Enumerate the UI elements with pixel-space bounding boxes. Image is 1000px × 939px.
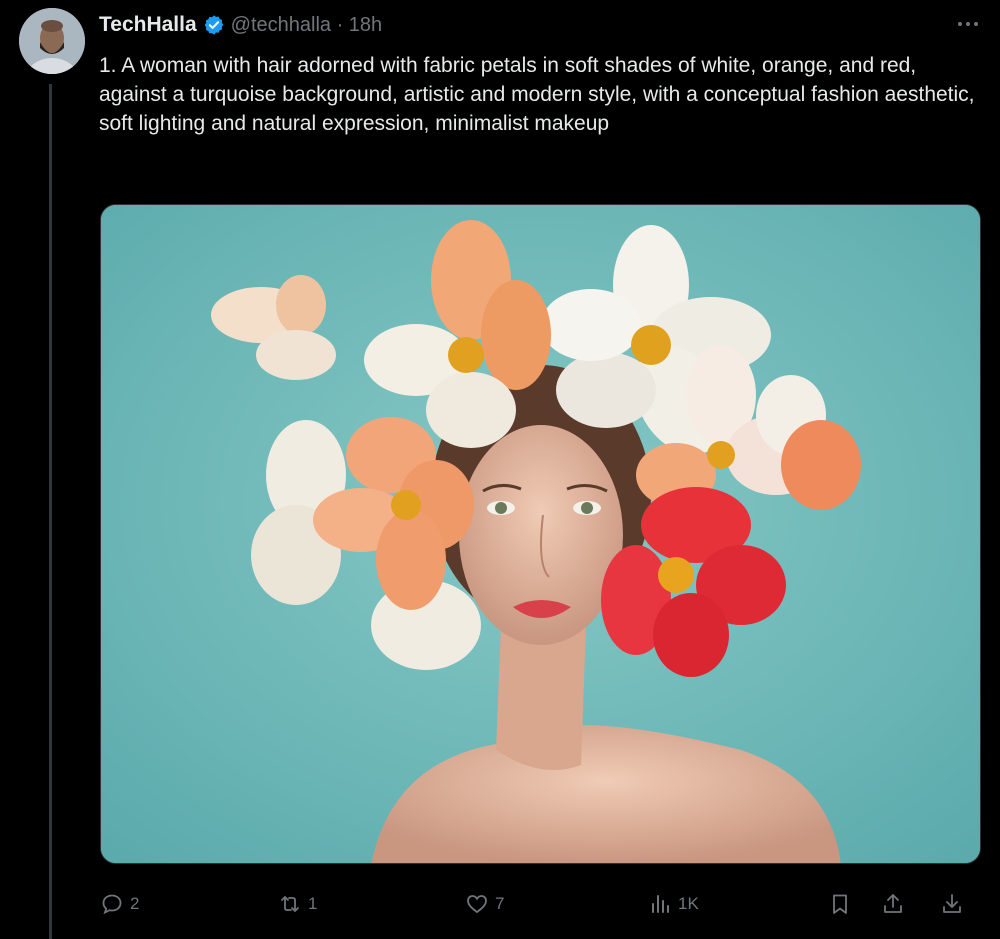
avatar-image bbox=[19, 8, 85, 74]
avatar[interactable] bbox=[19, 8, 85, 74]
repost-icon bbox=[281, 896, 299, 912]
like-button[interactable]: 7 bbox=[465, 888, 504, 920]
tweet-text: 1. A woman with hair adorned with fabric… bbox=[99, 54, 975, 135]
verified-badge-icon bbox=[203, 14, 225, 36]
reply-button[interactable]: 2 bbox=[100, 888, 139, 920]
action-bar: 2 1 7 1K bbox=[100, 888, 981, 920]
share-button[interactable] bbox=[881, 888, 905, 920]
reply-count: 2 bbox=[130, 894, 140, 913]
repost-button[interactable]: 1 bbox=[278, 888, 317, 920]
download-icon bbox=[943, 894, 961, 913]
download-button[interactable] bbox=[940, 888, 964, 920]
views-count: 1K bbox=[678, 894, 699, 913]
like-count: 7 bbox=[495, 894, 505, 913]
bookmark-button[interactable] bbox=[828, 888, 852, 920]
tweet-header: TechHalla @techhalla · 18h bbox=[99, 12, 382, 38]
woman-with-flowers-image bbox=[101, 205, 980, 863]
tweet-media[interactable] bbox=[100, 204, 981, 864]
views-button[interactable]: 1K bbox=[648, 888, 699, 920]
reply-icon bbox=[102, 894, 122, 915]
repost-count: 1 bbox=[308, 894, 318, 913]
more-icon[interactable] bbox=[955, 14, 981, 34]
thread-line bbox=[49, 84, 52, 939]
display-name[interactable]: TechHalla bbox=[99, 13, 197, 37]
bookmark-icon bbox=[833, 894, 847, 914]
like-icon bbox=[467, 895, 487, 914]
share-icon bbox=[884, 894, 902, 913]
handle-and-time[interactable]: @techhalla · 18h bbox=[231, 14, 383, 37]
views-icon bbox=[652, 895, 669, 913]
